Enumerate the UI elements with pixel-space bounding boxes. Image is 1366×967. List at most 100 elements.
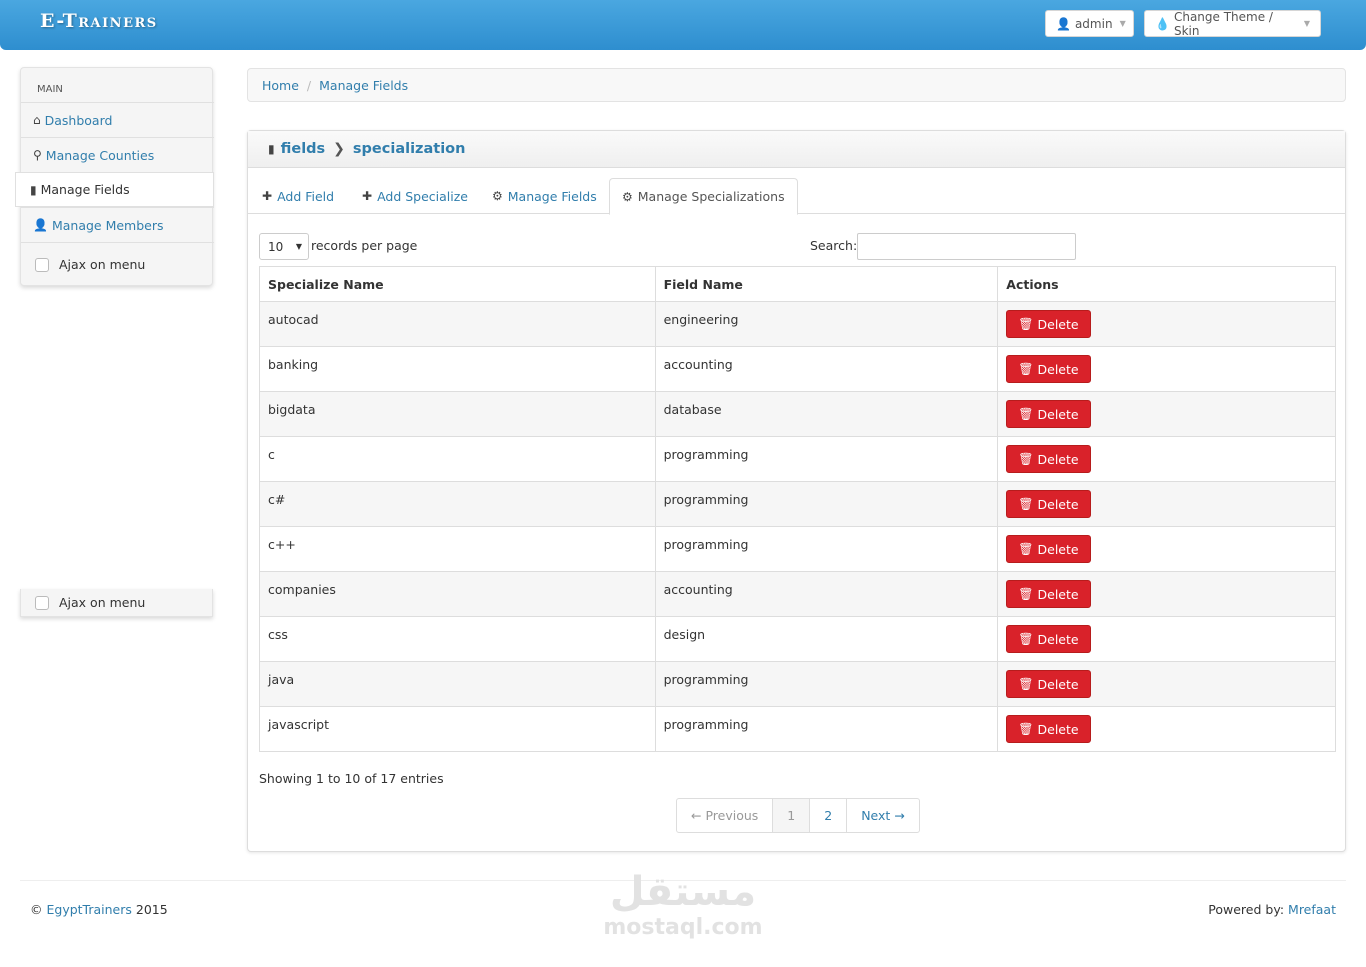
delete-label: Delete bbox=[1037, 406, 1079, 422]
book-icon: ▮ bbox=[30, 182, 37, 197]
table-row: java programming 🗑 Delete bbox=[259, 661, 1336, 707]
sidebar-item-dashboard[interactable]: ⌂ Dashboard bbox=[21, 102, 214, 137]
top-navbar: E-Trainers 👤 admin ▼ 💧 Change Theme / Sk… bbox=[0, 0, 1366, 50]
delete-button[interactable]: 🗑 Delete bbox=[1006, 580, 1091, 608]
delete-button[interactable]: 🗑 Delete bbox=[1006, 400, 1091, 428]
cog-icon: ⚙ bbox=[492, 189, 503, 203]
field-name-cell: programming bbox=[654, 436, 999, 482]
page-button[interactable]: 2 bbox=[809, 799, 846, 832]
page-length-value: 10 bbox=[268, 239, 284, 254]
delete-button[interactable]: 🗑 Delete bbox=[1006, 490, 1091, 518]
field-name-cell: programming bbox=[654, 526, 999, 572]
ajax-menu-toggle-duplicate[interactable]: Ajax on menu bbox=[20, 589, 213, 617]
field-name-cell: programming bbox=[654, 706, 999, 752]
pagination: ← Previous 1 2 Next → bbox=[676, 798, 920, 833]
trash-icon: 🗑 bbox=[1018, 632, 1034, 646]
table-row: autocad engineering 🗑 Delete bbox=[259, 301, 1336, 347]
records-per-page-label: records per page bbox=[311, 238, 418, 253]
main-box: ▮ fields ❯ specialization ✚ Add Field ✚ … bbox=[247, 130, 1346, 852]
table-row: c# programming 🗑 Delete bbox=[259, 481, 1336, 527]
field-name-cell: design bbox=[654, 616, 999, 662]
actions-cell: 🗑 Delete bbox=[997, 706, 1336, 752]
specialize-name-cell: bigdata bbox=[259, 391, 656, 437]
sidebar: MAIN ⌂ Dashboard ⚲ Manage Counties ▮ Man… bbox=[15, 67, 214, 286]
powered-by-link[interactable]: Mrefaat bbox=[1288, 902, 1336, 917]
delete-button[interactable]: 🗑 Delete bbox=[1006, 715, 1091, 743]
tab-add-specialize[interactable]: ✚ Add Specialize bbox=[362, 178, 468, 214]
plus-icon: ✚ bbox=[262, 189, 273, 203]
trash-icon: 🗑 bbox=[1018, 677, 1034, 691]
ajax-menu-toggle[interactable]: Ajax on menu bbox=[21, 242, 214, 286]
delete-button[interactable]: 🗑 Delete bbox=[1006, 625, 1091, 653]
cog-icon: ⚙ bbox=[622, 189, 633, 204]
copyright-symbol: © bbox=[30, 902, 43, 917]
table-header-row: Specialize Name Field Name Actions bbox=[259, 266, 1336, 302]
table-row: bigdata database 🗑 Delete bbox=[259, 391, 1336, 437]
page-button[interactable]: 1 bbox=[772, 799, 810, 832]
tab-manage-fields[interactable]: ⚙ Manage Fields bbox=[492, 178, 597, 214]
actions-cell: 🗑 Delete bbox=[997, 346, 1336, 392]
specializations-table: Specialize Name Field Name Actions autoc… bbox=[259, 266, 1336, 752]
delete-button[interactable]: 🗑 Delete bbox=[1006, 355, 1091, 383]
delete-label: Delete bbox=[1037, 496, 1079, 512]
field-name-cell: accounting bbox=[654, 571, 999, 617]
column-header[interactable]: Specialize Name bbox=[259, 266, 656, 302]
brand-logo[interactable]: E-Trainers bbox=[40, 10, 158, 32]
search-label: Search: bbox=[810, 238, 858, 253]
watermark-logo: مستقل mostaql.com bbox=[597, 868, 769, 940]
delete-button[interactable]: 🗑 Delete bbox=[1006, 535, 1091, 563]
box-header: ▮ fields ❯ specialization bbox=[248, 131, 1345, 168]
delete-label: Delete bbox=[1037, 586, 1079, 602]
delete-label: Delete bbox=[1037, 361, 1079, 377]
user-icon: 👤 bbox=[33, 218, 48, 232]
specialize-name-cell: c# bbox=[259, 481, 656, 527]
actions-cell: 🗑 Delete bbox=[997, 616, 1336, 662]
actions-cell: 🗑 Delete bbox=[997, 436, 1336, 482]
user-icon: 👤 bbox=[1056, 16, 1071, 31]
column-header[interactable]: Field Name bbox=[654, 266, 999, 302]
theme-menu-button[interactable]: 💧 Change Theme / Skin ▼ bbox=[1144, 9, 1321, 38]
breadcrumb-home[interactable]: Home bbox=[262, 78, 299, 93]
actions-cell: 🗑 Delete bbox=[997, 571, 1336, 617]
trash-icon: 🗑 bbox=[1018, 497, 1034, 511]
search-input[interactable] bbox=[857, 233, 1076, 260]
ajax-menu-checkbox[interactable] bbox=[35, 595, 49, 610]
watermark-arabic: مستقل bbox=[609, 869, 757, 915]
tint-icon: 💧 bbox=[1155, 16, 1170, 31]
field-name-cell: engineering bbox=[654, 301, 999, 347]
theme-menu-label: Change Theme / Skin bbox=[1173, 9, 1273, 38]
previous-page-button[interactable]: ← Previous bbox=[677, 799, 772, 832]
tab-bar: ✚ Add Field ✚ Add Specialize ⚙ Manage Fi… bbox=[248, 178, 1345, 215]
delete-button[interactable]: 🗑 Delete bbox=[1006, 670, 1091, 698]
table-info: Showing 1 to 10 of 17 entries bbox=[259, 771, 444, 786]
delete-button[interactable]: 🗑 Delete bbox=[1006, 310, 1091, 338]
ajax-menu-checkbox[interactable] bbox=[35, 257, 49, 272]
delete-button[interactable]: 🗑 Delete bbox=[1006, 445, 1091, 473]
trash-icon: 🗑 bbox=[1018, 452, 1034, 466]
specialize-name-cell: css bbox=[259, 616, 656, 662]
specialize-name-cell: javascript bbox=[259, 706, 656, 752]
box-title-specialization: specialization bbox=[352, 141, 466, 157]
tab-add-field[interactable]: ✚ Add Field bbox=[262, 178, 334, 214]
user-menu-button[interactable]: 👤 admin ▼ bbox=[1045, 10, 1134, 37]
home-icon: ⌂ bbox=[33, 113, 41, 127]
breadcrumb-current[interactable]: Manage Fields bbox=[319, 78, 408, 93]
book-icon: ▮ bbox=[268, 142, 275, 156]
footer-powered: Powered by: Mrefaat bbox=[1208, 902, 1336, 917]
sidebar-item-manage-members[interactable]: 👤 Manage Members bbox=[21, 207, 214, 242]
footer-company-link[interactable]: EgyptTrainers bbox=[46, 902, 131, 917]
tab-manage-specializations[interactable]: ⚙ Manage Specializations bbox=[609, 178, 798, 215]
page-length-select[interactable]: 10 ▼ bbox=[259, 233, 309, 260]
sidebar-item-label: Dashboard bbox=[44, 112, 113, 128]
column-header: Actions bbox=[997, 266, 1336, 302]
footer-copyright: © EgyptTrainers 2015 bbox=[30, 902, 168, 917]
footer-year: 2015 bbox=[135, 902, 168, 917]
trash-icon: 🗑 bbox=[1018, 542, 1034, 556]
next-page-button[interactable]: Next → bbox=[846, 799, 919, 832]
sidebar-item-manage-counties[interactable]: ⚲ Manage Counties bbox=[21, 137, 214, 172]
caret-down-icon: ▼ bbox=[1303, 19, 1310, 28]
actions-cell: 🗑 Delete bbox=[997, 481, 1336, 527]
specialize-name-cell: c++ bbox=[259, 526, 656, 572]
sidebar-item-manage-fields[interactable]: ▮ Manage Fields bbox=[15, 172, 214, 207]
box-title-fields: fields bbox=[280, 141, 326, 157]
